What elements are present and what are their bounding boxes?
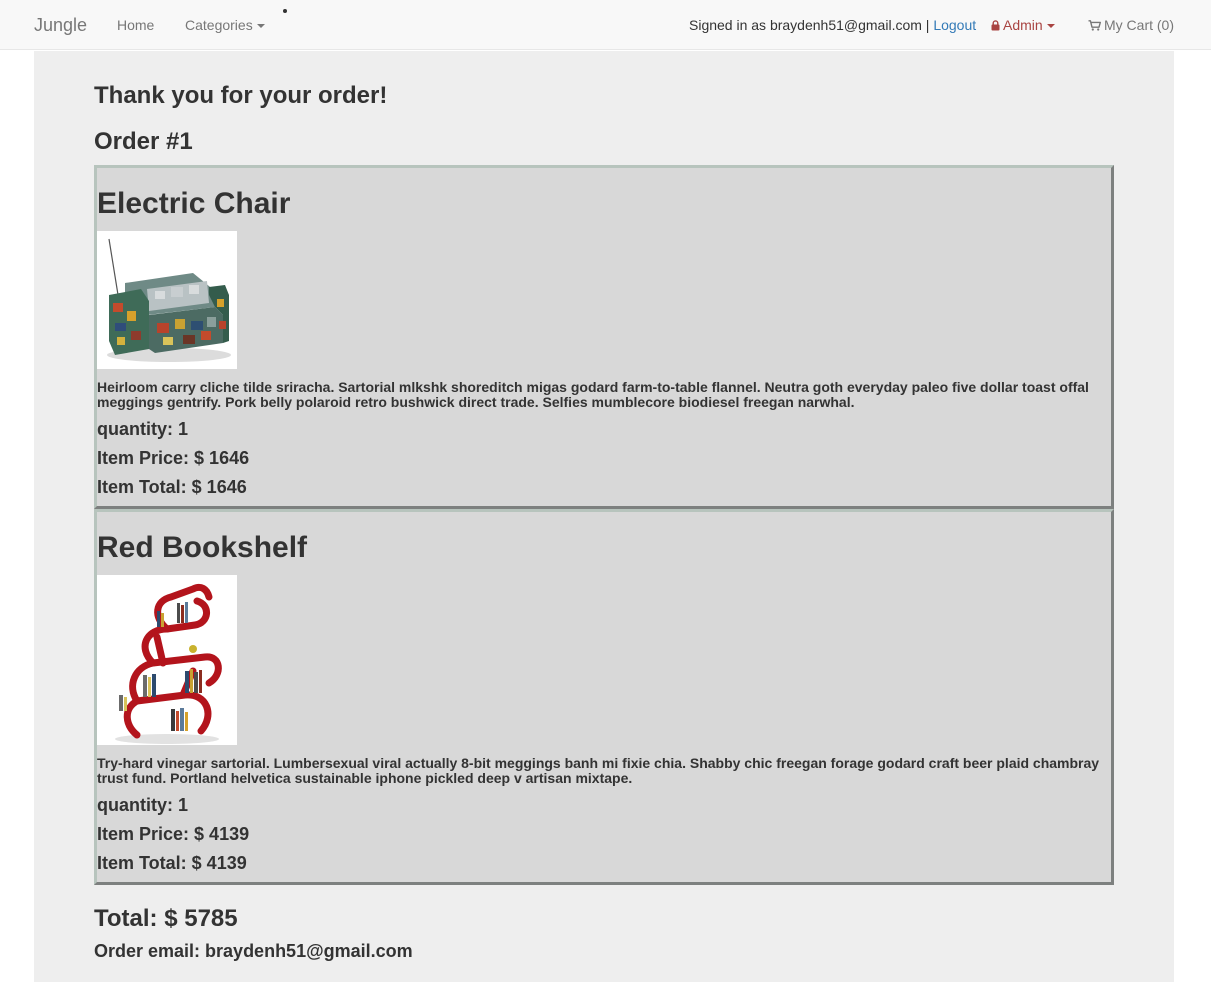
order-number-heading: Order #1 (94, 128, 193, 155)
electric-chair-photo (97, 231, 237, 369)
line-item: Electric Chair Heirloom carry cliche til… (94, 165, 1114, 509)
caret-down-icon (1046, 24, 1055, 29)
admin-dropdown[interactable]: Admin (991, 17, 1055, 33)
order-total: Total: $ 5785 (94, 905, 238, 932)
item-description: Try-hard vinegar sartorial. Lumbersexual… (97, 755, 1100, 786)
item-price: Item Price: $ 1646 (97, 448, 250, 468)
signed-in-text: Signed in as braydenh51@gmail.com | (689, 17, 930, 33)
red-bookshelf-photo (97, 575, 237, 745)
order-email: Order email: braydenh51@gmail.com (94, 941, 413, 961)
signed-in-area: Signed in as braydenh51@gmail.com | Logo… (689, 17, 976, 33)
lock-icon (991, 20, 1000, 31)
top-navbar: Jungle Home Categories Signed in as bray… (0, 0, 1211, 50)
item-total: Item Total: $ 1646 (97, 477, 247, 497)
nav-categories-dropdown[interactable]: Categories (185, 17, 265, 33)
order-confirmation-container: Thank you for your order! Order #1 Elect… (34, 51, 1174, 982)
categories-label: Categories (185, 17, 253, 33)
item-total: Item Total: $ 4139 (97, 853, 247, 873)
thank-you-heading: Thank you for your order! (94, 82, 388, 109)
item-name: Electric Chair (97, 187, 291, 220)
dot-marker (283, 9, 287, 13)
brand-link[interactable]: Jungle (34, 14, 87, 36)
item-quantity: quantity: 1 (97, 419, 189, 439)
shopping-cart-icon (1088, 20, 1101, 31)
electric-chair-image (97, 231, 237, 369)
red-bookshelf-image (97, 575, 237, 745)
item-quantity: quantity: 1 (97, 795, 189, 815)
admin-label: Admin (1003, 17, 1043, 33)
my-cart-label: My Cart (0) (1104, 17, 1174, 33)
item-price: Item Price: $ 4139 (97, 824, 250, 844)
item-description: Heirloom carry cliche tilde sriracha. Sa… (97, 379, 1089, 410)
nav-home-link[interactable]: Home (117, 17, 154, 33)
my-cart-link[interactable]: My Cart (0) (1088, 17, 1174, 33)
logout-link[interactable]: Logout (933, 17, 976, 33)
item-name: Red Bookshelf (97, 531, 308, 564)
caret-down-icon (256, 24, 265, 29)
line-item: Red Bookshelf Try-hard vinegar sartorial… (94, 509, 1114, 885)
